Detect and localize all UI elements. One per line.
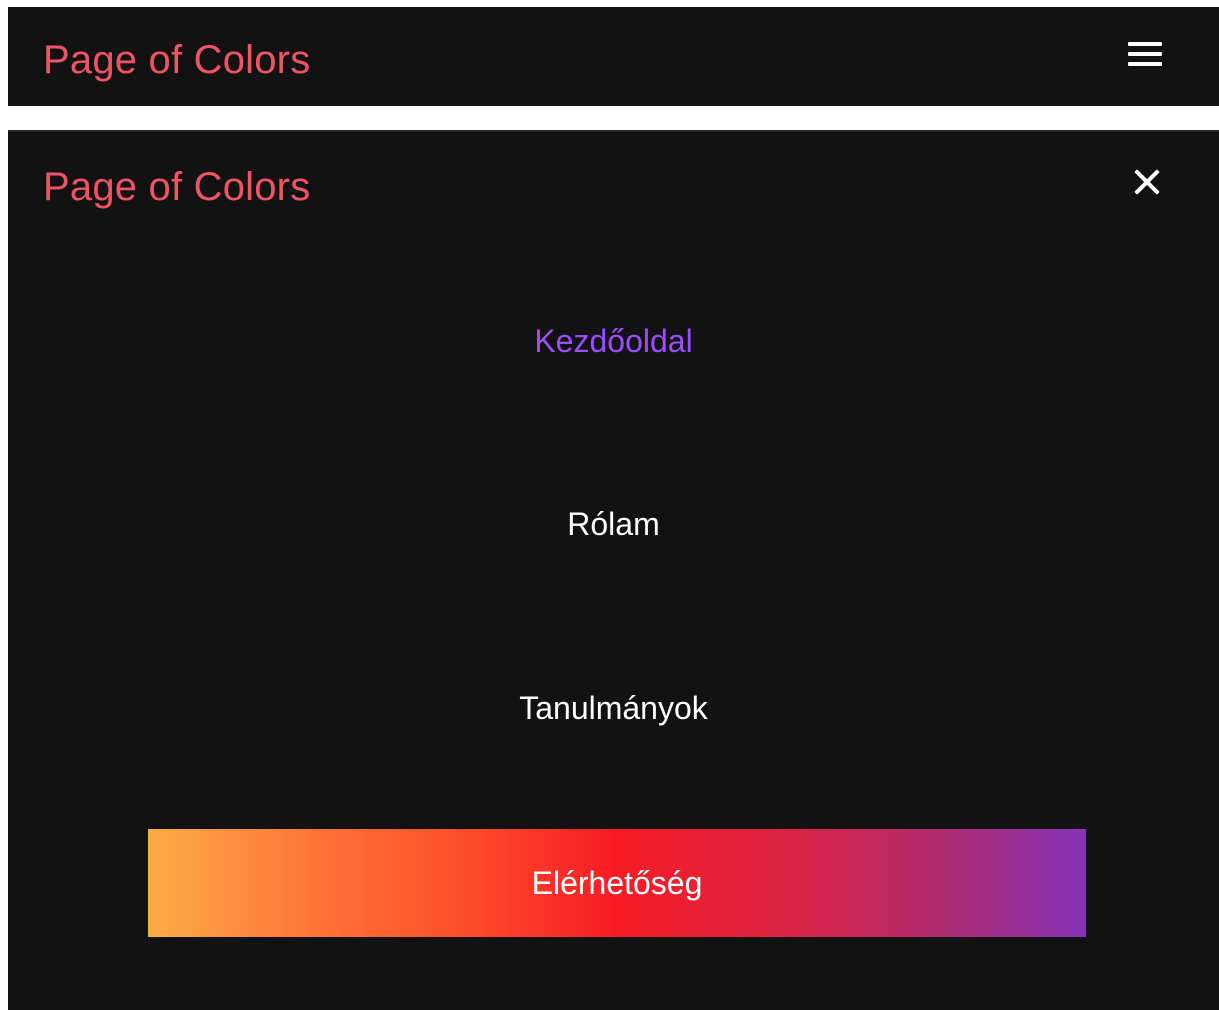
hamburger-line — [1128, 42, 1162, 46]
menu-divider — [8, 130, 1219, 132]
nav-link-studies[interactable]: Tanulmányok — [8, 688, 1219, 728]
close-icon[interactable] — [1131, 166, 1163, 198]
brand-logo[interactable]: Page of Colors — [43, 36, 310, 84]
hamburger-line — [1128, 62, 1162, 66]
hamburger-menu-icon[interactable] — [1128, 40, 1164, 70]
nav-link-home[interactable]: Kezdőoldal — [8, 321, 1219, 361]
top-navbar: Page of Colors — [8, 7, 1219, 106]
contact-button[interactable]: Elérhetőség — [148, 829, 1086, 937]
mobile-menu-panel: Page of Colors Kezdőoldal Rólam Tanulmán… — [8, 130, 1219, 1010]
nav-link-about[interactable]: Rólam — [8, 504, 1219, 544]
hamburger-line — [1128, 52, 1162, 56]
menu-brand-logo[interactable]: Page of Colors — [43, 163, 310, 211]
